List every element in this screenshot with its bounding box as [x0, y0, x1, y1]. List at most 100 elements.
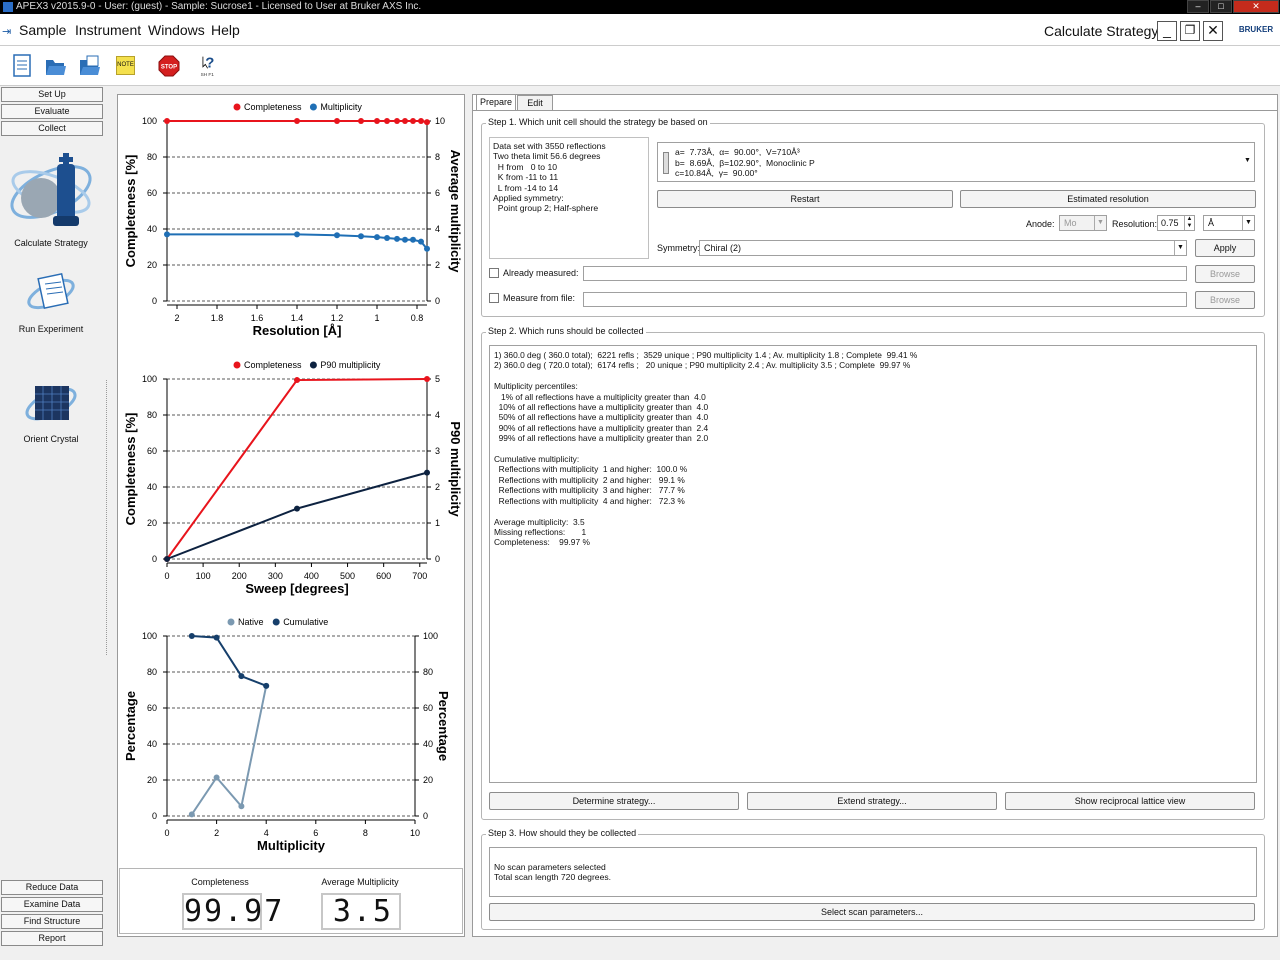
y2-tick-label: 8 — [435, 152, 440, 162]
resolution-value: 0.75 — [1161, 218, 1179, 228]
minimize-panel-button[interactable]: _ — [1157, 21, 1177, 41]
nav-tile-run-experiment[interactable]: Run Experiment — [5, 270, 97, 334]
x-tick-label: 300 — [268, 571, 283, 581]
nav-find-structure[interactable]: Find Structure — [1, 914, 103, 929]
context-help-icon[interactable]: ? SH F1 — [199, 54, 221, 78]
data-point — [294, 377, 300, 384]
x-tick-label: 0 — [164, 828, 169, 838]
symmetry-select[interactable]: Chiral (2) ▼ — [699, 240, 1187, 256]
x-tick-label: 1 — [374, 313, 379, 323]
cell-color-swatch — [663, 152, 669, 174]
close-window-button[interactable]: ✕ — [1233, 0, 1279, 13]
legend-label: Cumulative — [283, 617, 328, 627]
y2-tick-label: 4 — [435, 224, 440, 234]
apply-button[interactable]: Apply — [1195, 239, 1255, 257]
x-tick-label: 4 — [264, 828, 269, 838]
x-tick-label: 1.4 — [291, 313, 304, 323]
tab-prepare[interactable]: Prepare — [476, 94, 516, 111]
already-measured-checkbox[interactable] — [489, 268, 499, 278]
stepper-arrows-icon[interactable]: ▲ ▼ — [1184, 216, 1194, 230]
data-point — [358, 118, 364, 124]
nav-tile-calculate-strategy[interactable]: Calculate Strategy — [5, 150, 97, 248]
already-measured-field[interactable] — [583, 266, 1187, 281]
summary-completeness-label: Completeness — [191, 877, 249, 887]
summary-box: Completeness 99.97 Average Multiplicity … — [119, 868, 463, 934]
select-scan-parameters-button[interactable]: Select scan parameters... — [489, 903, 1255, 921]
nav-report[interactable]: Report — [1, 931, 103, 946]
already-measured-label: Already measured: — [503, 268, 579, 278]
run-experiment-icon — [27, 272, 75, 310]
restore-panel-button[interactable]: ❐ — [1180, 21, 1200, 41]
menu-instrument[interactable]: Instrument — [75, 22, 141, 38]
data-point — [334, 232, 340, 239]
nav-tile-orient-crystal[interactable]: Orient Crystal — [5, 378, 97, 444]
resolution-unit-select[interactable]: Å ▼ — [1203, 215, 1255, 231]
determine-strategy-button[interactable]: Determine strategy... — [489, 792, 739, 810]
resolution-stepper[interactable]: 0.75 ▲ ▼ — [1157, 215, 1195, 231]
y2-tick-label: 100 — [423, 631, 438, 641]
y2-tick-label: 60 — [423, 703, 433, 713]
window-title: APEX3 v2015.9-0 - User: (guest) - Sample… — [16, 1, 422, 12]
open-folder-icon[interactable] — [44, 54, 66, 78]
menu-sample[interactable]: Sample — [19, 22, 66, 38]
legend-marker — [272, 618, 280, 626]
tab-edit[interactable]: Edit — [517, 95, 553, 111]
browse-button-1[interactable]: Browse — [1195, 265, 1255, 283]
step2-title: Step 2. Which runs should be collected — [486, 326, 646, 336]
x-tick-label: 700 — [412, 571, 427, 581]
new-file-icon[interactable] — [11, 54, 33, 78]
help-shortcut-label: SH F1 — [201, 72, 215, 77]
stop-icon[interactable]: STOP — [158, 54, 180, 78]
measure-from-file-checkbox[interactable] — [489, 293, 499, 303]
browse-button-2[interactable]: Browse — [1195, 291, 1255, 309]
maximize-window-button[interactable]: □ — [1210, 0, 1232, 13]
strategy-panel: Prepare Edit Step 1. Which unit cell sho… — [472, 94, 1278, 937]
x-tick-label: 600 — [376, 571, 391, 581]
open-recent-folder-icon[interactable] — [78, 54, 100, 78]
legend-marker — [233, 103, 241, 111]
x-tick-label: 1.2 — [331, 313, 344, 323]
menu-help[interactable]: Help — [211, 22, 240, 38]
y2-tick-label: 20 — [423, 775, 433, 785]
menu-arrow-icon: ⇥ — [2, 26, 12, 38]
data-point — [164, 556, 170, 562]
note-icon[interactable]: NOTE — [116, 56, 135, 75]
minimize-window-button[interactable]: – — [1187, 0, 1209, 13]
nav-collect[interactable]: Collect — [1, 121, 103, 136]
menu-windows[interactable]: Windows — [148, 22, 205, 38]
bruker-logo: BRUKER — [1238, 25, 1274, 34]
data-point — [294, 118, 300, 124]
show-reciprocal-lattice-button[interactable]: Show reciprocal lattice view — [1005, 792, 1255, 810]
close-panel-button[interactable]: ✕ — [1203, 21, 1223, 41]
nav-tile-label: Orient Crystal — [23, 434, 79, 444]
splitter-handle[interactable] — [106, 380, 107, 655]
nav-set-up[interactable]: Set Up — [1, 87, 103, 102]
measure-from-file-field[interactable] — [583, 292, 1187, 307]
unit-cell-selector[interactable]: a= 7.73Å, α= 90.00°, V=710Å³ b= 8.69Å, β… — [657, 142, 1255, 182]
data-point — [374, 234, 380, 241]
y-tick-label: 40 — [147, 224, 157, 234]
series-line — [166, 378, 428, 560]
summary-multiplicity-label: Average Multiplicity — [321, 877, 399, 887]
extend-strategy-button[interactable]: Extend strategy... — [747, 792, 997, 810]
nav-examine-data[interactable]: Examine Data — [1, 897, 103, 912]
y-axis-label: Completeness [%] — [123, 155, 138, 268]
svg-text:?: ? — [205, 55, 214, 72]
nav-evaluate[interactable]: Evaluate — [1, 104, 103, 119]
y-tick-label: 0 — [152, 554, 157, 564]
data-point — [358, 233, 364, 240]
data-point — [424, 245, 430, 252]
data-point — [402, 118, 408, 124]
data-point — [294, 505, 300, 512]
data-point — [394, 118, 400, 124]
toolbar: NOTE STOP ? SH F1 — [0, 46, 1280, 86]
restart-button[interactable]: Restart — [657, 190, 953, 208]
estimated-resolution-button[interactable]: Estimated resolution — [960, 190, 1256, 208]
nav-reduce-data[interactable]: Reduce Data — [1, 880, 103, 895]
y2-tick-label: 2 — [435, 260, 440, 270]
x-tick-label: 1.6 — [251, 313, 264, 323]
resolution-label: Resolution: — [1112, 219, 1158, 229]
y-tick-label: 20 — [147, 518, 157, 528]
x-tick-label: 0 — [164, 571, 169, 581]
anode-select[interactable]: Mo ▼ — [1059, 215, 1107, 231]
